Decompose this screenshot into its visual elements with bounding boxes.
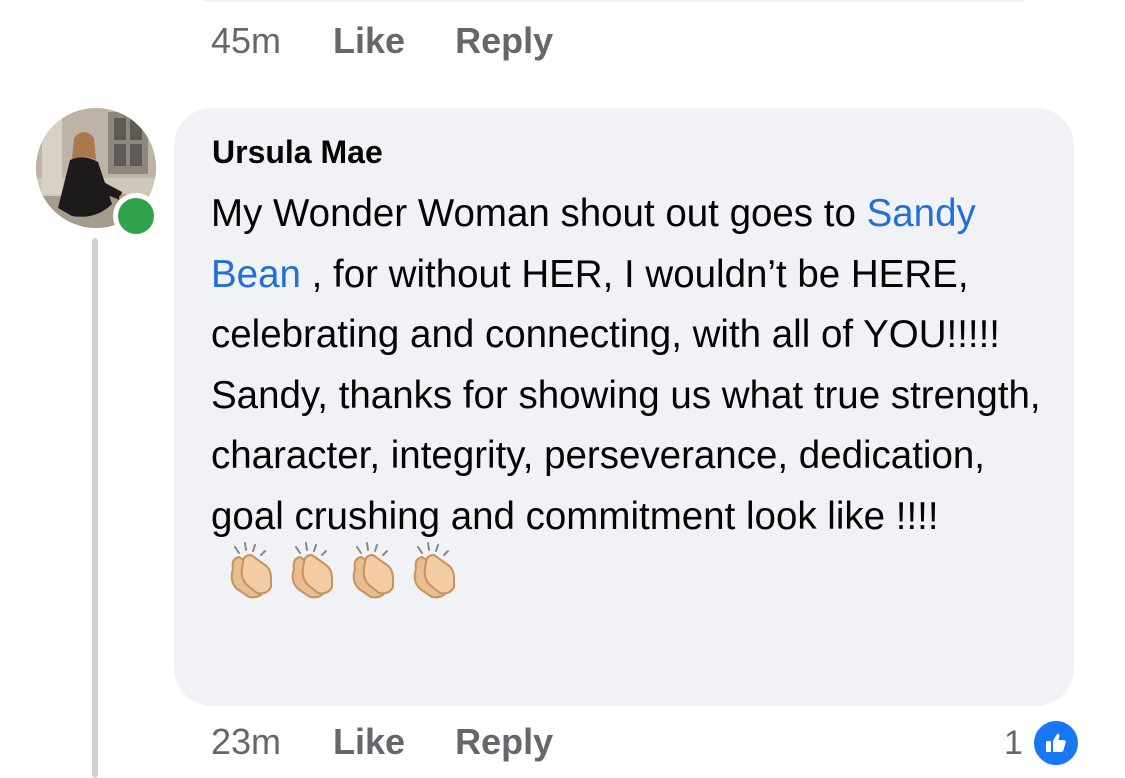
reaction-count: 1: [1004, 723, 1023, 762]
clapping-hands-icon: [221, 541, 281, 601]
previous-comment-timestamp[interactable]: 45m: [211, 20, 281, 62]
online-status-indicator: [113, 193, 159, 239]
like-button[interactable]: Like: [333, 721, 405, 763]
previous-comment-bubble: [176, 0, 1050, 2]
reply-button[interactable]: Reply: [455, 721, 553, 763]
clapping-hands-icon: [282, 541, 342, 601]
reaction-summary[interactable]: 1: [1004, 718, 1081, 768]
previous-comment-reply-button[interactable]: Reply: [455, 20, 553, 62]
emoji-group: [221, 541, 465, 601]
comment-actions: 23m Like Reply: [211, 717, 603, 767]
thread-line: [92, 238, 98, 778]
comment-timestamp[interactable]: 23m: [211, 721, 281, 763]
comment-text-part-2: , for without HER, I wouldn’t be HERE, c…: [211, 252, 1041, 538]
clapping-hands-icon: [343, 541, 403, 601]
thumbs-up-icon: [1030, 718, 1081, 768]
previous-comment-like-button[interactable]: Like: [333, 20, 405, 62]
comment-thread: 45m Like Reply Ursula Mae My Wonder Woma…: [0, 0, 1125, 778]
previous-comment-actions: 45m Like Reply: [211, 16, 603, 66]
comment-body: My Wonder Woman shout out goes to Sandy …: [211, 184, 1061, 609]
comment-text-part-1: My Wonder Woman shout out goes to: [211, 192, 867, 235]
clapping-hands-icon: [404, 541, 464, 601]
comment-author-name[interactable]: Ursula Mae: [212, 134, 383, 171]
